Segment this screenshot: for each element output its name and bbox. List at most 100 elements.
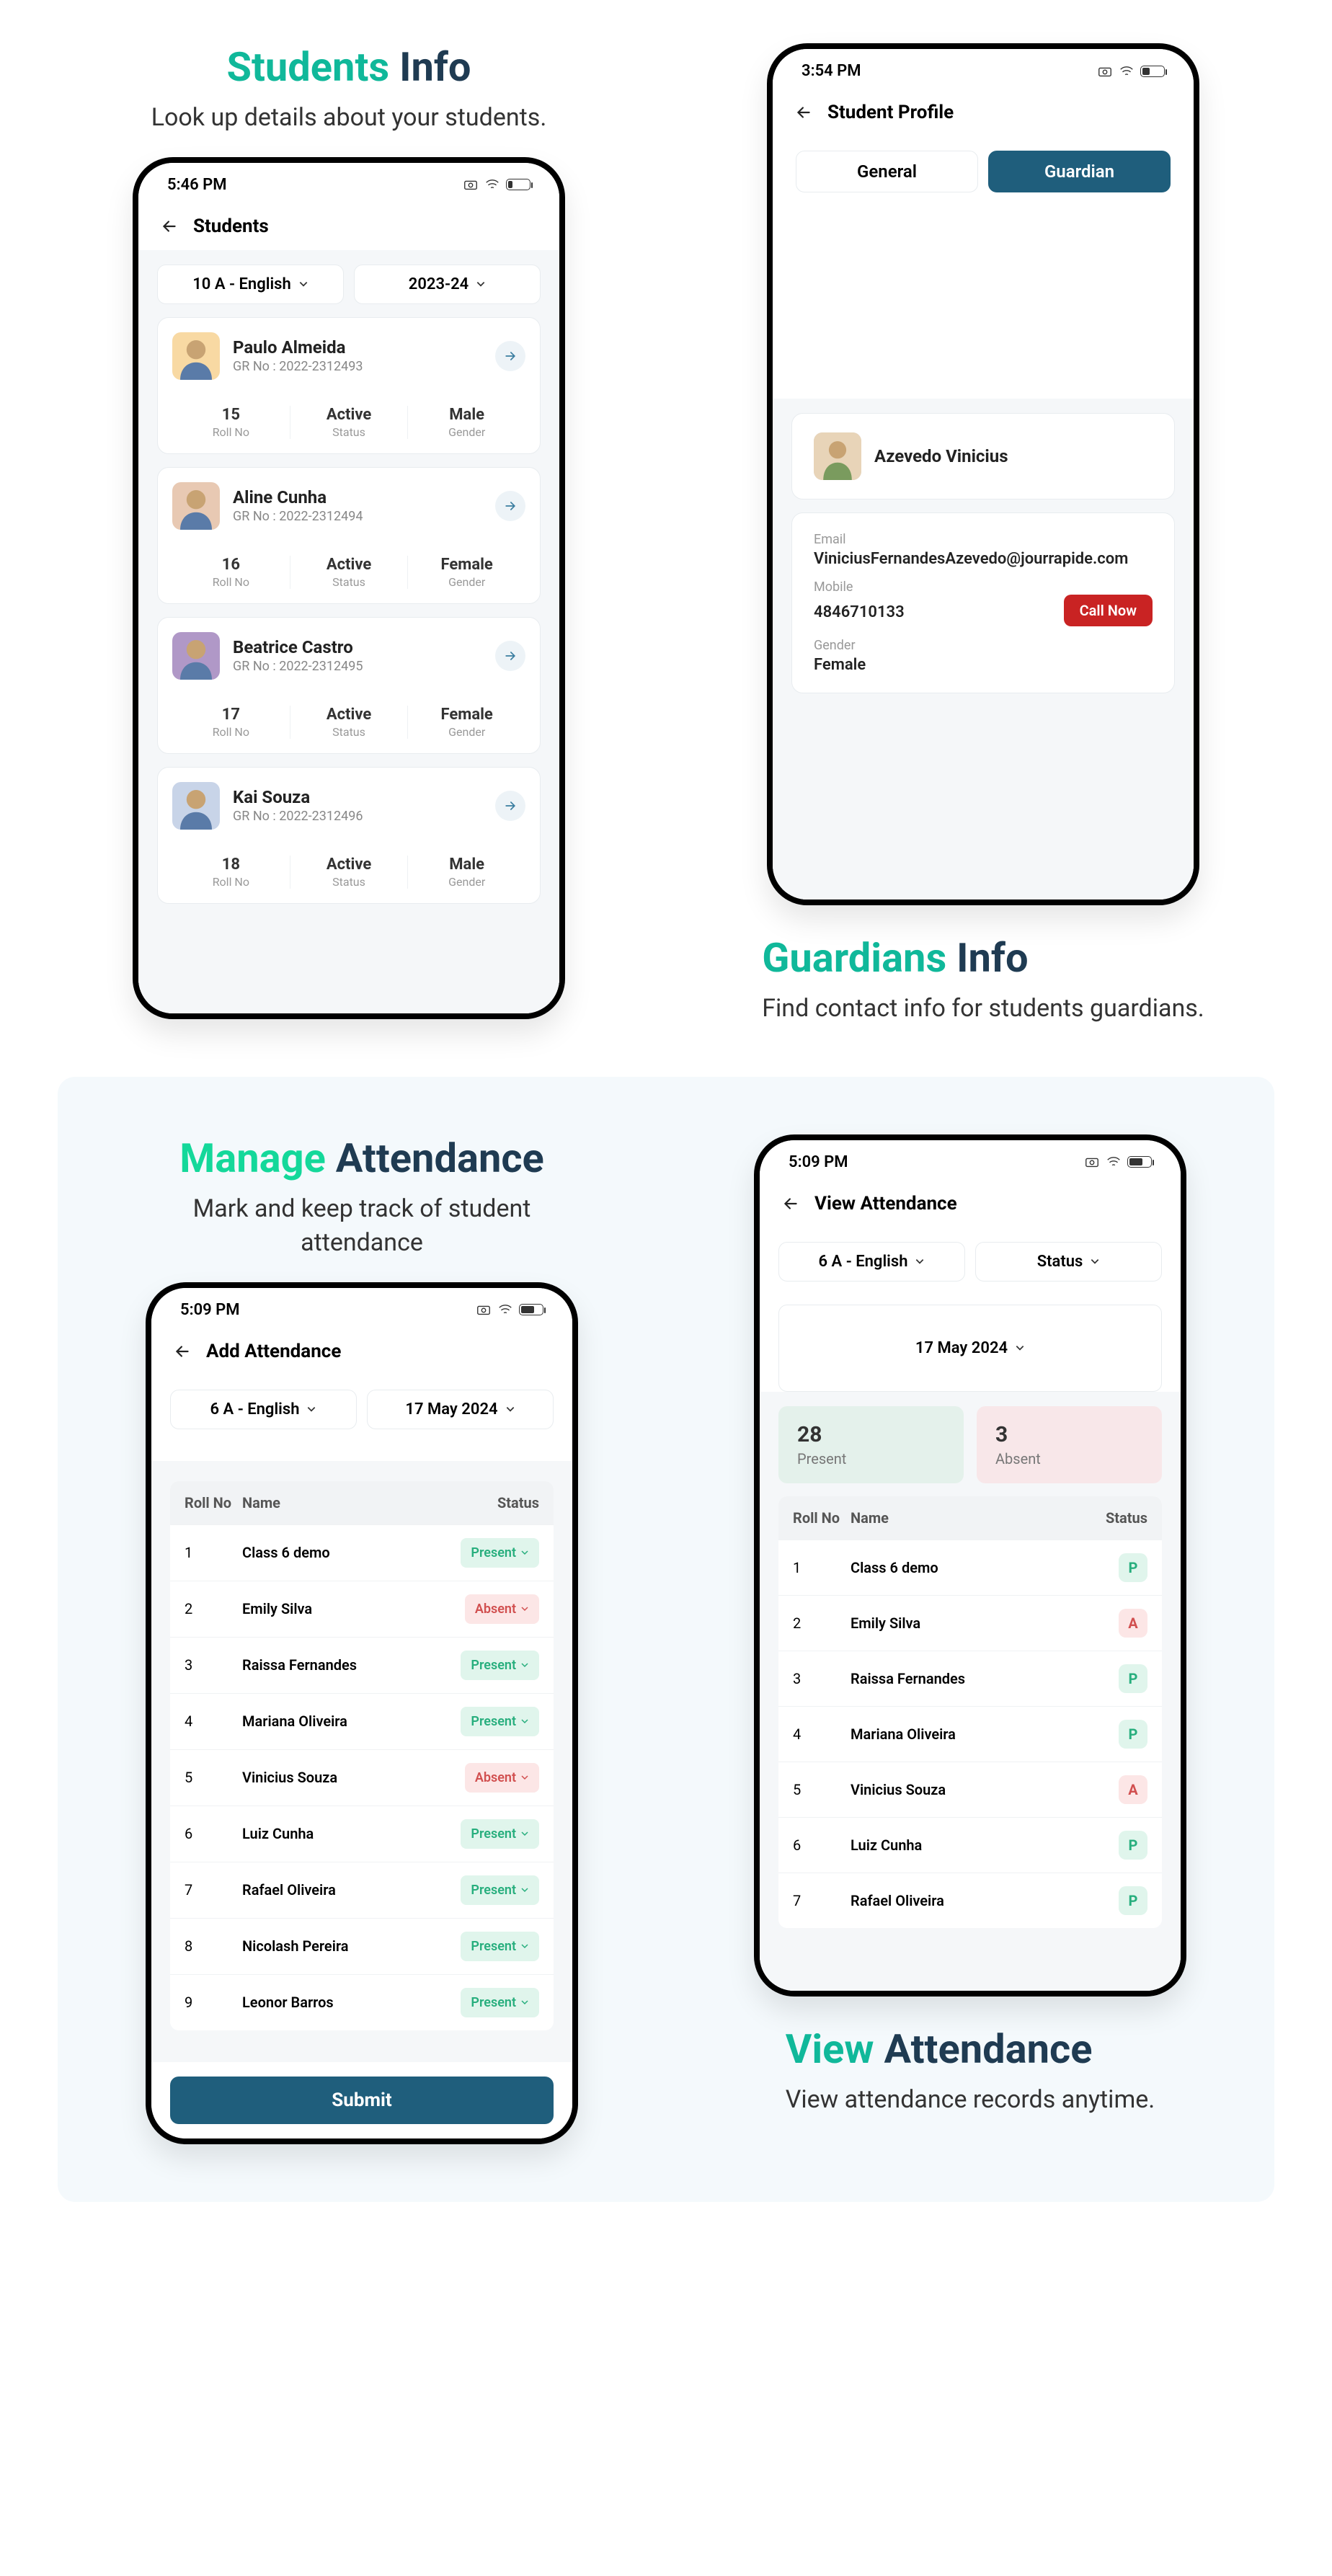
- guardian-avatar: [814, 432, 861, 480]
- caret-down-icon: [520, 1661, 529, 1669]
- submit-button[interactable]: Submit: [170, 2077, 554, 2124]
- caret-down-icon: [1015, 1343, 1025, 1353]
- row-roll: 2: [185, 1600, 242, 1617]
- title-rest: Info: [399, 43, 471, 91]
- status-dropdown[interactable]: Absent: [465, 1594, 539, 1624]
- attendance-row: 1 Class 6 demo P: [778, 1540, 1162, 1595]
- attendance-row: 4 Mariana Oliveira Present: [170, 1693, 554, 1749]
- status-value: Active: [290, 856, 408, 874]
- status-dropdown[interactable]: Absent: [465, 1763, 539, 1793]
- row-name: Raissa Fernandes: [851, 1670, 1039, 1687]
- class-selector[interactable]: 10 A - English: [157, 265, 344, 304]
- status-dropdown[interactable]: Present: [461, 1819, 539, 1849]
- header-status: Status: [431, 1494, 539, 1511]
- status-dropdown[interactable]: Present: [461, 1988, 539, 2017]
- status-dropdown[interactable]: Present: [461, 1932, 539, 1961]
- date-selector-label: 17 May 2024: [915, 1339, 1008, 1357]
- status-time: 5:09 PM: [180, 1301, 240, 1319]
- header-name: Name: [851, 1509, 1039, 1527]
- class-selector[interactable]: 6 A - English: [170, 1390, 357, 1429]
- manage-feature-subtitle: Mark and keep track of student attendanc…: [131, 1192, 592, 1261]
- date-selector[interactable]: 17 May 2024: [367, 1390, 554, 1429]
- call-button[interactable]: Call Now: [1064, 595, 1153, 626]
- student-gr: GR No : 2022-2312495: [233, 659, 363, 674]
- row-roll: 3: [185, 1656, 242, 1674]
- back-icon[interactable]: [794, 103, 813, 122]
- row-roll: 7: [793, 1892, 851, 1909]
- roll-value: 15: [172, 406, 290, 424]
- status-bar: 5:09 PM: [151, 1288, 572, 1328]
- student-name: Aline Cunha: [233, 487, 363, 507]
- row-name: Luiz Cunha: [242, 1825, 431, 1842]
- present-label: Present: [797, 1450, 945, 1467]
- title-rest: Info: [956, 934, 1028, 982]
- tab-guardian[interactable]: Guardian: [988, 151, 1171, 192]
- status-value: Active: [290, 556, 408, 574]
- tab-general[interactable]: General: [796, 151, 978, 192]
- back-icon[interactable]: [160, 217, 179, 236]
- date-selector[interactable]: 17 May 2024: [778, 1305, 1162, 1393]
- attendance-table: Roll No Name Status 1 Class 6 demo Prese…: [170, 1481, 554, 2030]
- attendance-row: 4 Mariana Oliveira P: [778, 1706, 1162, 1762]
- caret-down-icon: [520, 1604, 529, 1613]
- status-dropdown[interactable]: Present: [461, 1875, 539, 1905]
- roll-label: Roll No: [172, 875, 290, 889]
- gender-value: Male: [408, 406, 525, 424]
- row-roll: 4: [793, 1726, 851, 1743]
- header-name: Name: [242, 1494, 431, 1511]
- go-button[interactable]: [495, 791, 525, 821]
- row-name: Class 6 demo: [851, 1559, 1039, 1576]
- status-dropdown[interactable]: Present: [461, 1538, 539, 1568]
- attendance-row: 3 Raissa Fernandes Present: [170, 1637, 554, 1693]
- status-text: Present: [471, 1883, 516, 1898]
- guardian-details: Email ViniciusFernandesAzevedo@jourrapid…: [791, 512, 1175, 693]
- title-accent: View: [786, 2025, 874, 2073]
- status-selector[interactable]: Status: [975, 1242, 1162, 1282]
- row-name: Rafael Oliveira: [242, 1881, 431, 1898]
- back-icon[interactable]: [781, 1194, 800, 1213]
- status-badge: P: [1119, 1720, 1147, 1749]
- student-card: Beatrice Castro GR No : 2022-2312495 17R…: [157, 617, 541, 754]
- gender-value: Female: [408, 706, 525, 724]
- title-accent: Manage: [179, 1134, 326, 1182]
- status-label: Status: [290, 575, 408, 589]
- status-label: Status: [290, 875, 408, 889]
- row-roll: 4: [185, 1713, 242, 1730]
- status-dropdown[interactable]: Present: [461, 1651, 539, 1680]
- row-name: Emily Silva: [242, 1600, 431, 1617]
- student-avatar: [172, 632, 220, 680]
- student-avatar: [172, 332, 220, 380]
- back-icon[interactable]: [173, 1342, 192, 1361]
- year-selector[interactable]: 2023-24: [354, 265, 541, 304]
- status-bar: 3:54 PM: [773, 49, 1194, 89]
- go-button[interactable]: [495, 641, 525, 671]
- class-selector[interactable]: 6 A - English: [778, 1242, 965, 1282]
- row-name: Vinicius Souza: [242, 1769, 431, 1786]
- row-roll: 7: [185, 1881, 242, 1898]
- attendance-table: Roll No Name Status 1 Class 6 demo P 2 E…: [778, 1496, 1162, 1928]
- wifi-icon: [484, 177, 500, 192]
- screen-title: Add Attendance: [206, 1341, 341, 1362]
- gender-label: Gender: [408, 875, 525, 889]
- status-dropdown[interactable]: Present: [461, 1707, 539, 1736]
- go-button[interactable]: [495, 491, 525, 521]
- go-button[interactable]: [495, 341, 525, 371]
- guardians-feature-title: Guardians Info: [762, 934, 1204, 982]
- status-badge: A: [1119, 1775, 1147, 1804]
- mobile-label: Mobile: [814, 579, 1153, 595]
- attendance-row: 6 Luiz Cunha P: [778, 1817, 1162, 1873]
- attendance-row: 7 Rafael Oliveira Present: [170, 1862, 554, 1918]
- screen-header: View Attendance: [760, 1180, 1181, 1227]
- caret-down-icon: [505, 1404, 515, 1414]
- manage-feature-title: Manage Attendance: [179, 1134, 544, 1182]
- caret-down-icon: [306, 1404, 316, 1414]
- title-rest: Attendance: [336, 1134, 544, 1182]
- student-name: Kai Souza: [233, 787, 363, 807]
- absent-count: 3: [995, 1422, 1143, 1447]
- caret-down-icon: [520, 1942, 529, 1950]
- status-text: Present: [471, 1995, 516, 2010]
- guardians-feature-subtitle: Find contact info for students guardians…: [762, 992, 1204, 1026]
- gender-value: Female: [408, 556, 525, 574]
- status-value: Active: [290, 406, 408, 424]
- student-avatar: [172, 782, 220, 830]
